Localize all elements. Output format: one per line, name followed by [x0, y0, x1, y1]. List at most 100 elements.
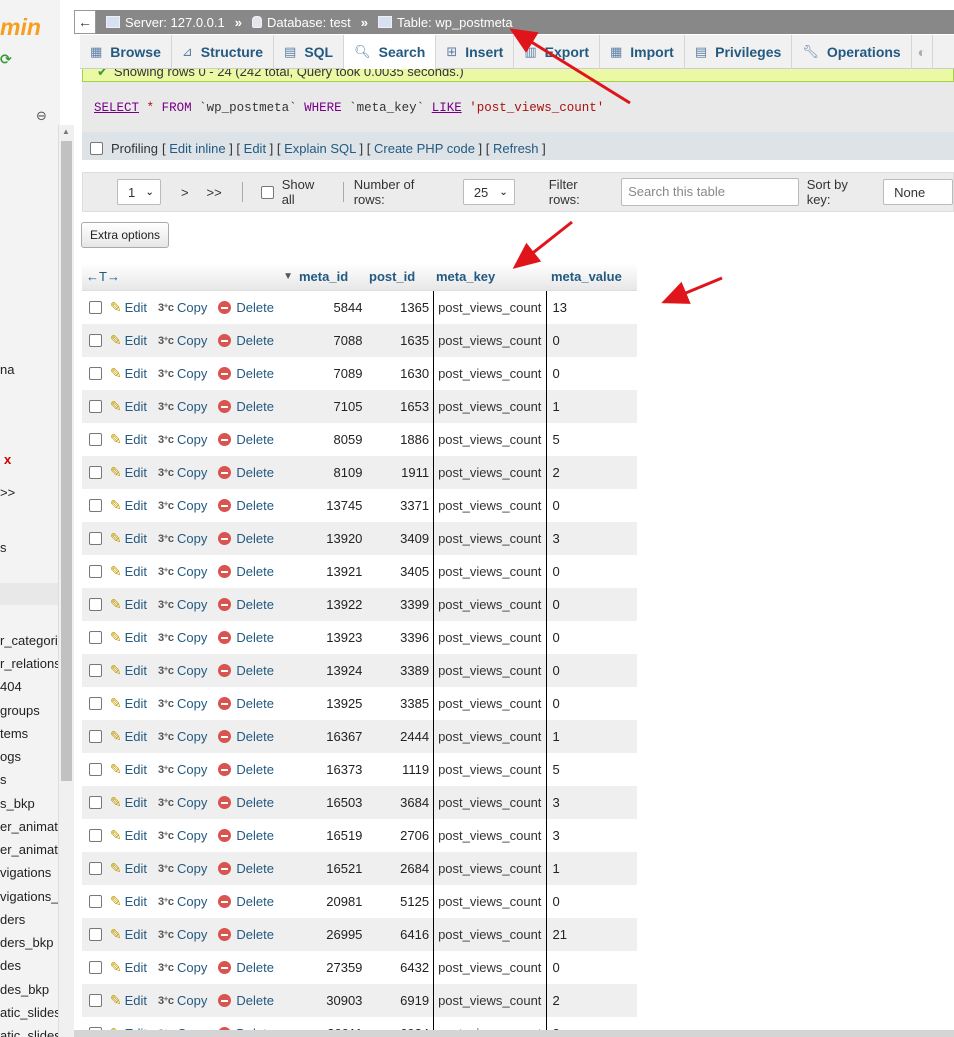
sidebar-item[interactable]: atic_slides [0, 1028, 60, 1037]
edit-button[interactable]: ✎Edit [110, 728, 147, 745]
delete-button[interactable]: Delete [218, 993, 274, 1008]
filter-rows-input[interactable]: Search this table [621, 178, 799, 206]
tab-sql[interactable]: ▤ SQL [274, 35, 345, 69]
sql-query-box[interactable]: SELECT * FROM `wp_postmeta` WHERE `meta_… [82, 82, 954, 132]
delete-button[interactable]: Delete [218, 894, 274, 909]
cell-meta-key[interactable]: post_views_count [433, 522, 548, 555]
sidebar-item[interactable]: ogs [0, 749, 21, 764]
delete-button[interactable]: Delete [218, 498, 274, 513]
row-checkbox[interactable] [89, 631, 103, 644]
cell-post-id[interactable]: 2684 [366, 861, 433, 876]
show-all-checkbox[interactable] [260, 185, 274, 199]
cell-meta-value[interactable]: 3 [547, 531, 637, 546]
cell-post-id[interactable]: 2444 [366, 729, 433, 744]
cell-meta-key[interactable]: post_views_count [433, 588, 548, 621]
sidebar-item[interactable]: des [0, 958, 21, 973]
delete-button[interactable]: Delete [218, 927, 274, 942]
copy-button[interactable]: 3⁺cCopy [158, 531, 207, 546]
edit-button[interactable]: ✎Edit [110, 497, 147, 514]
cell-meta-value[interactable]: 2 [547, 993, 637, 1008]
cell-meta-id[interactable]: 7088 [297, 333, 367, 348]
tab-insert[interactable]: ⊞ Insert [436, 35, 515, 69]
cell-post-id[interactable]: 3385 [366, 696, 433, 711]
delete-button[interactable]: Delete [218, 960, 274, 975]
cell-meta-key[interactable]: post_views_count [433, 720, 548, 753]
cell-post-id[interactable]: 3399 [366, 597, 433, 612]
delete-button[interactable]: Delete [218, 300, 274, 315]
cell-meta-value[interactable]: 0 [547, 696, 637, 711]
cell-meta-value[interactable]: 0 [547, 597, 637, 612]
tab-import[interactable]: ▦ Import [600, 35, 685, 69]
delete-button[interactable]: Delete [218, 432, 274, 447]
profiling-checkbox[interactable] [90, 142, 103, 155]
cell-post-id[interactable]: 3405 [366, 564, 433, 579]
edit-button[interactable]: ✎Edit [110, 827, 147, 844]
cell-post-id[interactable]: 3371 [366, 498, 433, 513]
delete-button[interactable]: Delete [218, 597, 274, 612]
cell-meta-key[interactable]: post_views_count [433, 423, 548, 456]
reload-icon[interactable]: ⟳ [0, 52, 12, 66]
sidebar-item[interactable]: s_bkp [0, 796, 35, 811]
delete-button[interactable]: Delete [218, 366, 274, 381]
sidebar-item[interactable]: x [4, 452, 11, 467]
rows-per-page-select[interactable]: 25 ⌄ [462, 179, 515, 205]
copy-button[interactable]: 3⁺cCopy [158, 663, 207, 678]
cell-meta-id[interactable]: 13920 [297, 531, 367, 546]
tab-privileges[interactable]: ▤ Privileges [685, 35, 793, 69]
copy-button[interactable]: 3⁺cCopy [158, 432, 207, 447]
scroll-up-arrow-icon[interactable]: ▲ [62, 127, 70, 136]
cell-meta-value[interactable]: 1 [547, 729, 637, 744]
copy-button[interactable]: 3⁺cCopy [158, 960, 207, 975]
cell-meta-id[interactable]: 13924 [297, 663, 367, 678]
cell-meta-key[interactable]: post_views_count [433, 390, 548, 423]
cell-meta-value[interactable]: 0 [547, 894, 637, 909]
delete-button[interactable]: Delete [218, 861, 274, 876]
cell-meta-value[interactable]: 3 [547, 795, 637, 810]
cell-post-id[interactable]: 1635 [366, 333, 433, 348]
cell-post-id[interactable]: 3409 [366, 531, 433, 546]
column-header-meta_id[interactable]: meta_id [295, 269, 365, 284]
cell-post-id[interactable]: 1911 [366, 465, 433, 480]
cell-meta-value[interactable]: 1 [547, 399, 637, 414]
delete-button[interactable]: Delete [218, 630, 274, 645]
edit-button[interactable]: ✎Edit [110, 530, 147, 547]
row-checkbox[interactable] [89, 730, 103, 743]
cell-meta-value[interactable]: 0 [547, 663, 637, 678]
copy-button[interactable]: 3⁺cCopy [158, 828, 207, 843]
cell-post-id[interactable]: 2706 [366, 828, 433, 843]
scroll-thumb[interactable] [61, 141, 72, 781]
copy-button[interactable]: 3⁺cCopy [158, 993, 207, 1008]
column-resize-icon[interactable]: ←T→ [82, 269, 259, 284]
sidebar-item[interactable]: atic_slides [0, 1005, 60, 1020]
cell-meta-value[interactable]: 0 [547, 333, 637, 348]
page-select[interactable]: 1 ⌄ [117, 179, 161, 205]
edit-button[interactable]: ✎Edit [110, 398, 147, 415]
cell-post-id[interactable]: 3389 [366, 663, 433, 678]
copy-button[interactable]: 3⁺cCopy [158, 300, 207, 315]
edit-button[interactable]: ✎Edit [110, 464, 147, 481]
cell-meta-value[interactable]: 0 [547, 366, 637, 381]
sidebar-item[interactable]: s [0, 540, 7, 555]
cell-meta-key[interactable]: post_views_count [433, 753, 548, 786]
column-header-post_id[interactable]: post_id [365, 269, 432, 284]
copy-button[interactable]: 3⁺cCopy [158, 366, 207, 381]
cell-post-id[interactable]: 3396 [366, 630, 433, 645]
cell-meta-key[interactable]: post_views_count [433, 291, 548, 324]
cell-meta-value[interactable]: 1 [547, 861, 637, 876]
cell-meta-key[interactable]: post_views_count [433, 489, 548, 522]
row-checkbox[interactable] [89, 334, 103, 347]
sidebar-item[interactable]: tems [0, 726, 28, 741]
cell-meta-id[interactable]: 20981 [297, 894, 367, 909]
row-checkbox[interactable] [89, 598, 103, 611]
sidebar-item[interactable]: vigations_ [0, 889, 59, 904]
edit-button[interactable]: ✎Edit [110, 959, 147, 976]
copy-button[interactable]: 3⁺cCopy [158, 597, 207, 612]
copy-button[interactable]: 3⁺cCopy [158, 399, 207, 414]
cell-meta-key[interactable]: post_views_count [433, 555, 548, 588]
cell-post-id[interactable]: 6432 [366, 960, 433, 975]
sidebar-item[interactable]: ders_bkp [0, 935, 53, 950]
copy-button[interactable]: 3⁺cCopy [158, 927, 207, 942]
cell-meta-id[interactable]: 13925 [297, 696, 367, 711]
cell-meta-value[interactable]: 0 [547, 564, 637, 579]
collapse-panel-button[interactable]: ← [74, 10, 96, 34]
